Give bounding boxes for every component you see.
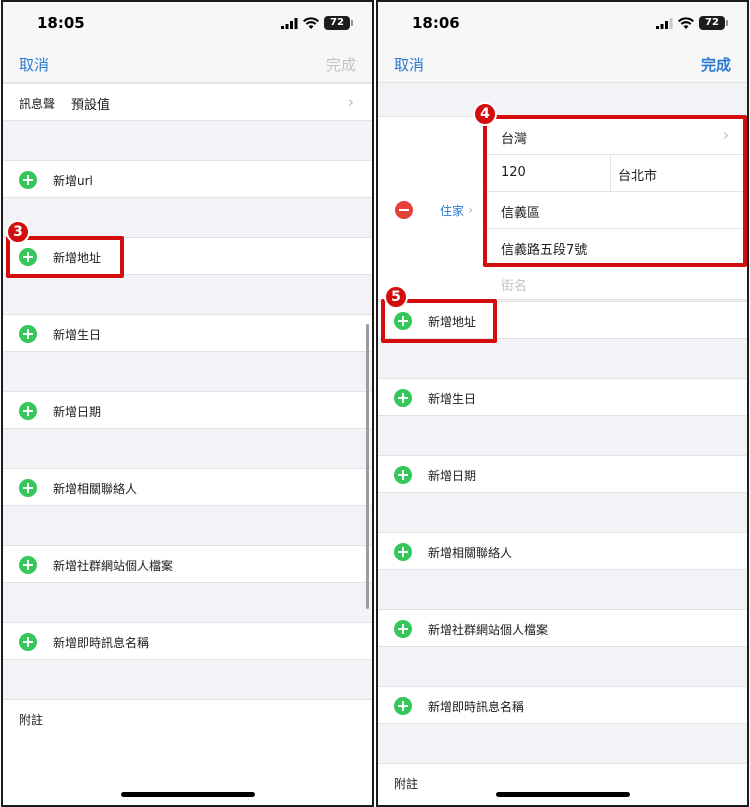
highlight-box-address-fields — [483, 115, 747, 267]
chevron-right-icon: › — [468, 203, 474, 218]
add-social-profile-label: 新增社群網站個人檔案 — [53, 559, 174, 573]
add-instant-message-label: 新增即時訊息名稱 — [428, 700, 525, 714]
phone-screen-left: 18:05 72 取消 完成 訊息聲 預設值 › 新增url 新增地址 新增生日… — [1, 0, 374, 807]
add-social-profile-row[interactable]: 新增社群網站個人檔案 — [378, 609, 747, 647]
add-social-profile-row[interactable]: 新增社群網站個人檔案 — [3, 545, 372, 583]
add-icon[interactable] — [19, 171, 37, 189]
signal-icon — [656, 17, 673, 29]
status-bar: 18:05 72 — [3, 2, 372, 46]
add-url-row[interactable]: 新增url — [3, 160, 372, 198]
add-related-contact-row[interactable]: 新增相關聯絡人 — [378, 532, 747, 570]
battery-icon: 72 — [699, 16, 728, 30]
home-indicator[interactable] — [495, 792, 630, 797]
phone-screen-right: 18:06 72 取消 完成 住家 › 台灣 › 120 台北市 信義區 信義路… — [376, 0, 749, 807]
add-url-label: 新增url — [53, 174, 93, 188]
add-social-profile-label: 新增社群網站個人檔案 — [428, 623, 549, 637]
delete-address-icon[interactable] — [395, 201, 413, 219]
notes-field[interactable]: 附註 — [3, 699, 372, 805]
notes-label: 附註 — [394, 777, 419, 791]
street-placeholder-field[interactable]: 街名 — [501, 275, 527, 294]
add-related-contact-label: 新增相關聯絡人 — [428, 546, 513, 560]
add-date-row[interactable]: 新增日期 — [3, 391, 372, 429]
notes-label: 附註 — [19, 713, 44, 727]
add-icon[interactable] — [394, 620, 412, 638]
add-related-contact-row[interactable]: 新增相關聯絡人 — [3, 468, 372, 506]
add-birthday-label: 新增生日 — [53, 328, 102, 342]
add-icon[interactable] — [394, 543, 412, 561]
battery-icon: 72 — [324, 16, 353, 30]
screenshot-page: 18:05 72 取消 完成 訊息聲 預設值 › 新增url 新增地址 新增生日… — [0, 0, 750, 807]
chevron-right-icon: › — [348, 93, 354, 111]
status-icons: 72 — [281, 15, 353, 31]
add-icon[interactable] — [19, 633, 37, 651]
address-label: 住家 — [440, 204, 465, 218]
wifi-icon — [303, 17, 319, 29]
nav-bar: 取消 完成 — [3, 46, 372, 83]
status-time: 18:05 — [37, 14, 85, 32]
add-instant-message-row[interactable]: 新增即時訊息名稱 — [378, 686, 747, 724]
status-bar: 18:06 72 — [378, 2, 747, 46]
notes-field[interactable]: 附註 — [378, 763, 747, 805]
home-indicator[interactable] — [120, 792, 255, 797]
add-instant-message-label: 新增即時訊息名稱 — [53, 636, 150, 650]
address-label-picker[interactable]: 住家 › — [440, 202, 473, 219]
ringtone-row[interactable]: 訊息聲 預設值 › — [3, 83, 372, 121]
step-badge-5: 5 — [384, 285, 408, 309]
add-icon[interactable] — [19, 402, 37, 420]
step-badge-4: 4 — [473, 102, 497, 126]
add-related-contact-label: 新增相關聯絡人 — [53, 482, 138, 496]
step-badge-3: 3 — [6, 220, 30, 244]
add-date-row[interactable]: 新增日期 — [378, 455, 747, 493]
cancel-button[interactable]: 取消 — [394, 54, 424, 75]
add-icon[interactable] — [19, 479, 37, 497]
add-icon[interactable] — [19, 556, 37, 574]
done-button[interactable]: 完成 — [701, 54, 731, 75]
add-icon[interactable] — [394, 466, 412, 484]
add-birthday-row[interactable]: 新增生日 — [378, 378, 747, 416]
ringtone-label: 訊息聲 — [19, 97, 56, 111]
nav-bar: 取消 完成 — [378, 46, 747, 83]
add-icon[interactable] — [394, 697, 412, 715]
ringtone-value: 預設值 — [71, 98, 111, 113]
wifi-icon — [678, 17, 694, 29]
add-icon[interactable] — [19, 325, 37, 343]
status-icons: 72 — [656, 15, 728, 31]
add-birthday-row[interactable]: 新增生日 — [3, 314, 372, 352]
add-instant-message-row[interactable]: 新增即時訊息名稱 — [3, 622, 372, 660]
cancel-button[interactable]: 取消 — [19, 54, 49, 75]
add-icon[interactable] — [394, 389, 412, 407]
add-birthday-label: 新增生日 — [428, 392, 477, 406]
add-date-label: 新增日期 — [53, 405, 102, 419]
status-time: 18:06 — [412, 14, 460, 32]
scrollbar[interactable] — [366, 324, 369, 609]
add-date-label: 新增日期 — [428, 469, 477, 483]
signal-icon — [281, 17, 298, 29]
done-button[interactable]: 完成 — [326, 54, 356, 75]
